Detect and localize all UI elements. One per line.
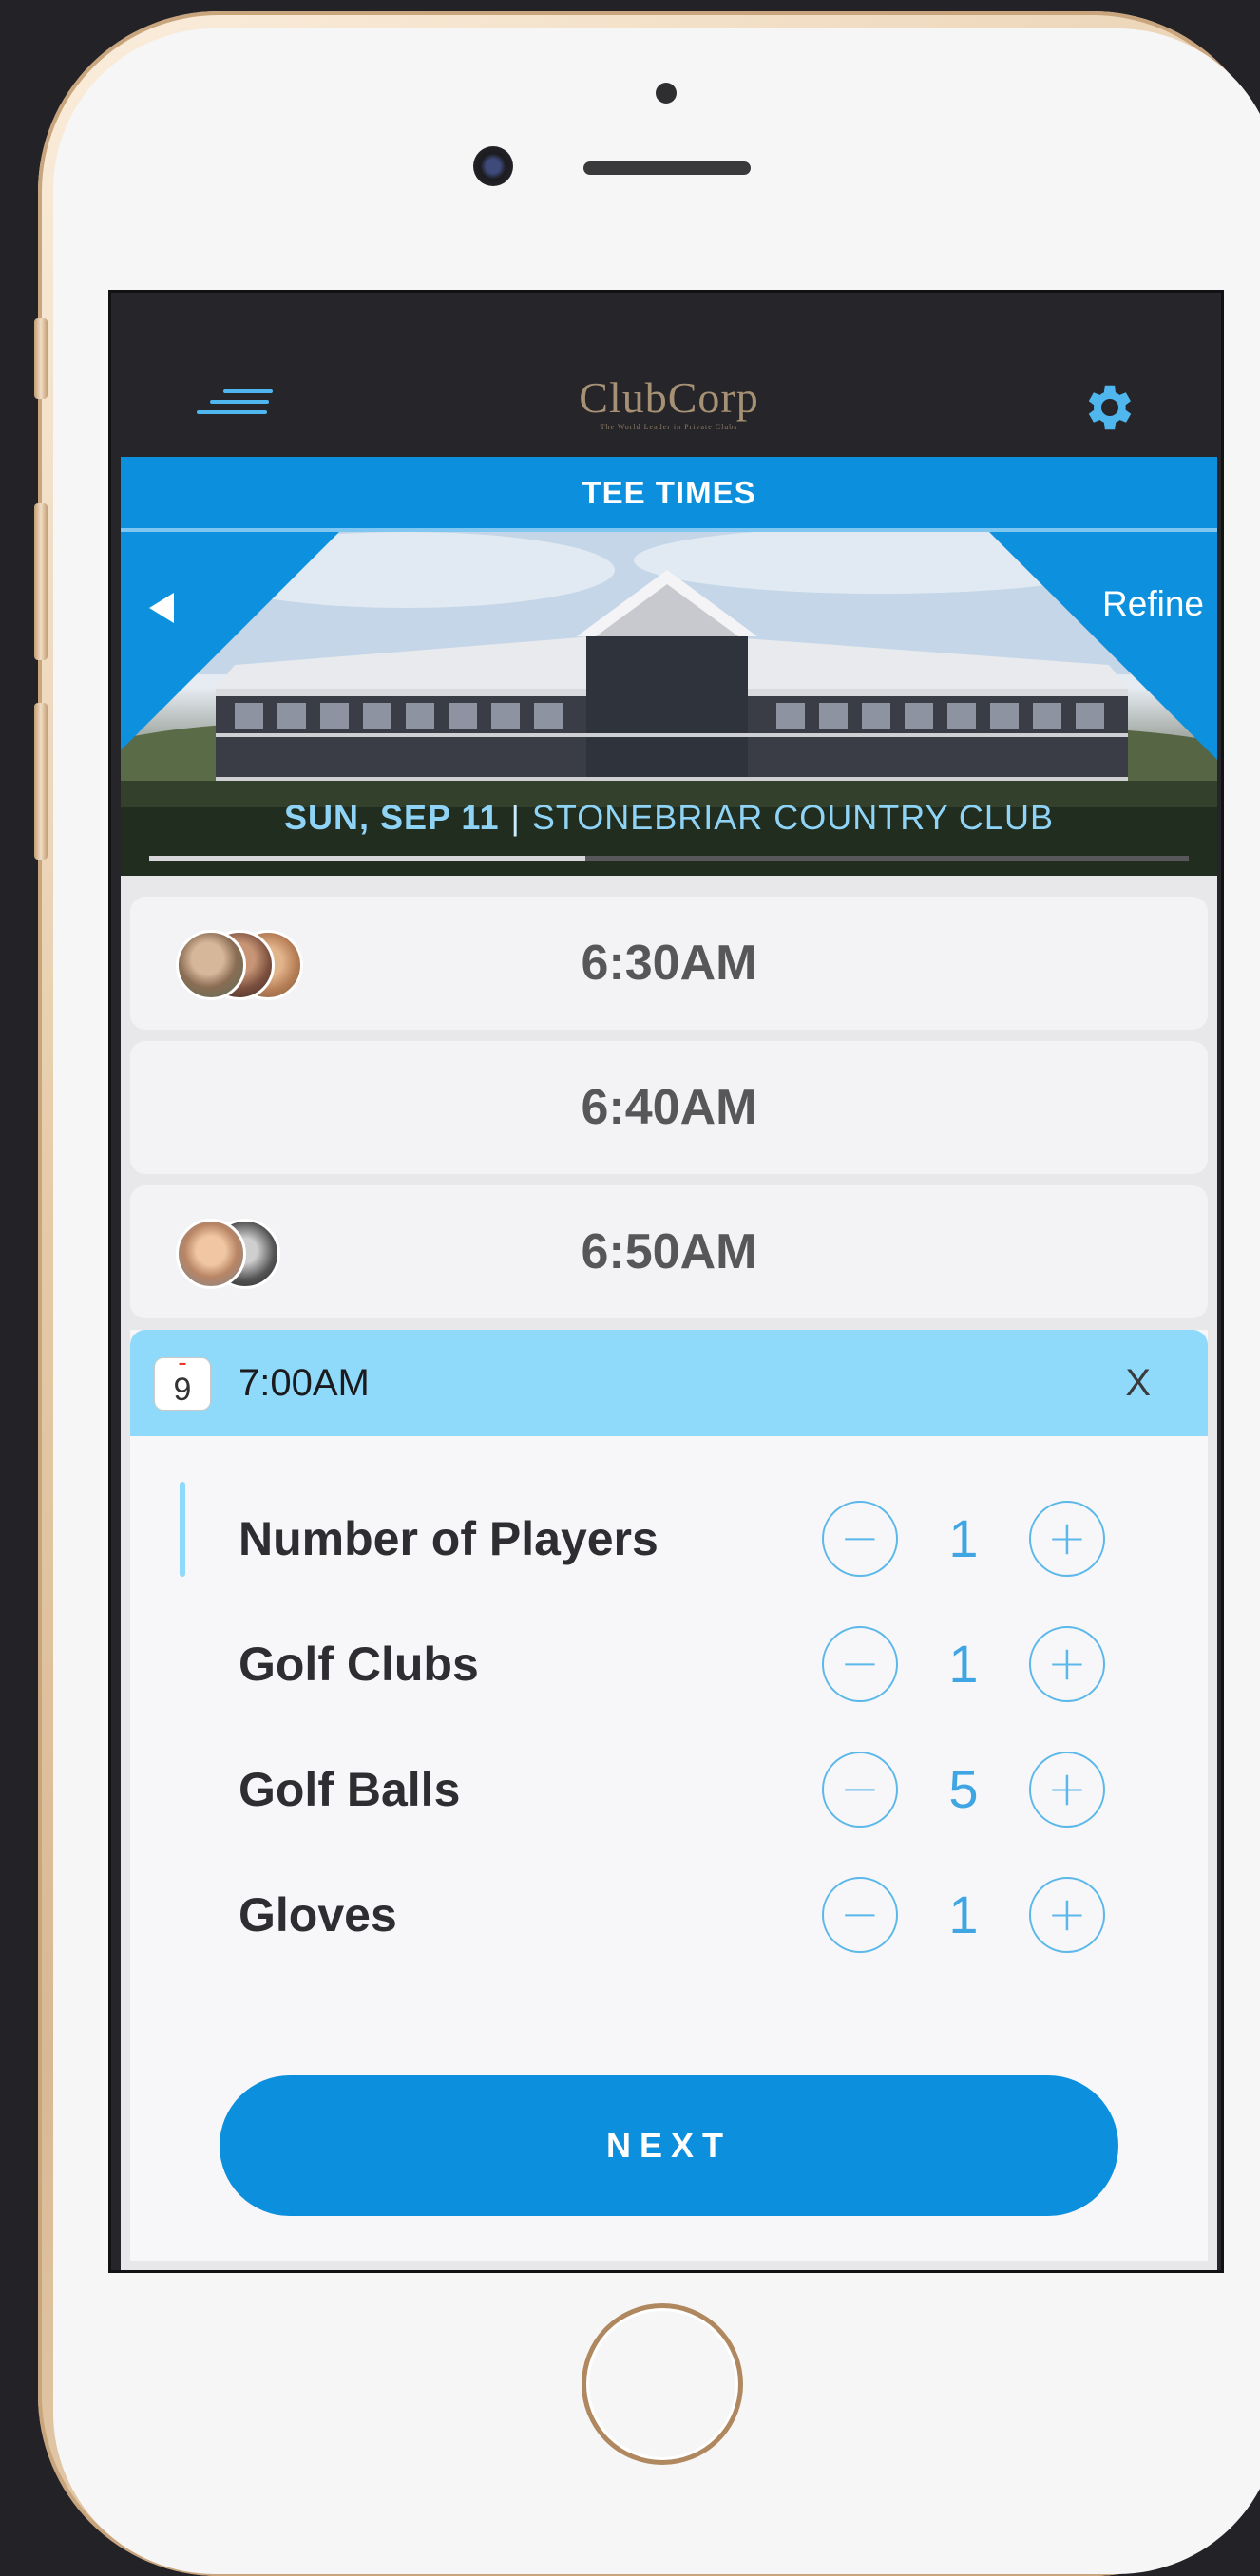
tee-time-slot[interactable]: 6:40AM <box>130 1041 1208 1174</box>
calendar-icon: ▬ 9 <box>155 1358 210 1410</box>
minus-icon: − <box>840 1886 880 1941</box>
back-arrow-icon <box>149 593 174 623</box>
volume-down-button <box>34 703 48 860</box>
plus-icon: + <box>1047 1886 1087 1941</box>
option-row-gloves: Gloves − 1 + <box>130 1863 1208 1967</box>
option-row-golf-clubs: Golf Clubs − 1 + <box>130 1612 1208 1716</box>
option-value: 1 <box>948 1508 979 1568</box>
caption-separator: | <box>510 798 521 837</box>
player-avatar <box>176 1219 246 1289</box>
carousel-progress-bar <box>149 856 1189 861</box>
option-label: Number of Players <box>239 1512 659 1565</box>
close-button[interactable]: X <box>1125 1330 1151 1436</box>
page-title: TEE TIMES <box>121 457 1217 532</box>
option-label: Gloves <box>239 1888 397 1941</box>
decrement-golf-balls-button[interactable]: − <box>822 1752 898 1828</box>
calendar-day: 9 <box>173 1372 192 1408</box>
earpiece-speaker <box>583 161 751 175</box>
minus-icon: − <box>840 1636 880 1691</box>
refine-label[interactable]: Refine <box>1102 584 1204 624</box>
increment-players-button[interactable]: + <box>1029 1501 1105 1577</box>
next-button[interactable]: NEXT <box>220 2075 1118 2216</box>
front-camera <box>473 146 513 186</box>
player-avatar <box>176 930 246 1000</box>
selected-tee-time-header: ▬ 9 7:00AM X <box>130 1330 1208 1436</box>
option-value: 1 <box>948 1634 979 1694</box>
back-button[interactable] <box>121 532 339 750</box>
option-value: 1 <box>948 1885 979 1944</box>
plus-icon: + <box>1047 1636 1087 1691</box>
clubcorp-logo: ClubCorp The World Leader in Private Clu… <box>550 374 788 433</box>
option-value: 5 <box>948 1759 979 1819</box>
selected-tee-time-panel: ▬ 9 7:00AM X Number of Players − 1 + Gol… <box>130 1330 1208 2261</box>
mute-switch <box>34 318 48 399</box>
date-club-caption: SUN, SEP 11 | STONEBRIAR COUNTRY CLUB <box>121 798 1217 838</box>
plus-icon: + <box>1047 1510 1087 1565</box>
minus-icon: − <box>840 1510 880 1565</box>
option-label: Golf Balls <box>239 1763 461 1816</box>
proximity-sensor <box>656 83 677 104</box>
logo-wordmark: ClubCorp <box>579 373 759 422</box>
menu-icon[interactable] <box>197 389 273 418</box>
minus-icon: − <box>840 1761 880 1816</box>
decrement-golf-clubs-button[interactable]: − <box>822 1626 898 1702</box>
club-hero-banner: Refine SUN, SEP 11 | STONEBRIAR COUNTRY CL… <box>121 532 1217 876</box>
refine-button[interactable] <box>989 532 1217 760</box>
volume-up-button <box>34 503 48 660</box>
increment-golf-clubs-button[interactable]: + <box>1029 1626 1105 1702</box>
club-name: STONEBRIAR COUNTRY CLUB <box>531 798 1054 837</box>
decrement-gloves-button[interactable]: − <box>822 1877 898 1953</box>
app-header: ClubCorp The World Leader in Private Clu… <box>111 293 1221 456</box>
home-button[interactable] <box>582 2303 743 2465</box>
logo-tagline: The World Leader in Private Clubs <box>600 423 738 431</box>
tee-time: 6:40AM <box>581 1080 757 1135</box>
plus-icon: + <box>1047 1761 1087 1816</box>
increment-gloves-button[interactable]: + <box>1029 1877 1105 1953</box>
option-label: Golf Clubs <box>239 1638 479 1691</box>
selected-time: 7:00AM <box>239 1362 370 1404</box>
option-row-golf-balls: Golf Balls − 5 + <box>130 1737 1208 1842</box>
decrement-players-button[interactable]: − <box>822 1501 898 1577</box>
app-screen: ClubCorp The World Leader in Private Clu… <box>108 290 1224 2273</box>
selected-date: SUN, SEP 11 <box>284 798 500 837</box>
option-row-players: Number of Players − 1 + <box>130 1487 1208 1591</box>
tee-time-list: 6:30AM 6:40AM 6:50AM ▬ 9 7:00AM X Number… <box>121 876 1217 2270</box>
tee-time-slot[interactable]: 6:50AM <box>130 1185 1208 1318</box>
settings-gear-icon[interactable] <box>1080 378 1139 437</box>
carousel-progress-fill <box>149 856 586 861</box>
tee-time: 6:50AM <box>581 1224 757 1279</box>
tee-time-slot[interactable]: 6:30AM <box>130 897 1208 1030</box>
increment-golf-balls-button[interactable]: + <box>1029 1752 1105 1828</box>
